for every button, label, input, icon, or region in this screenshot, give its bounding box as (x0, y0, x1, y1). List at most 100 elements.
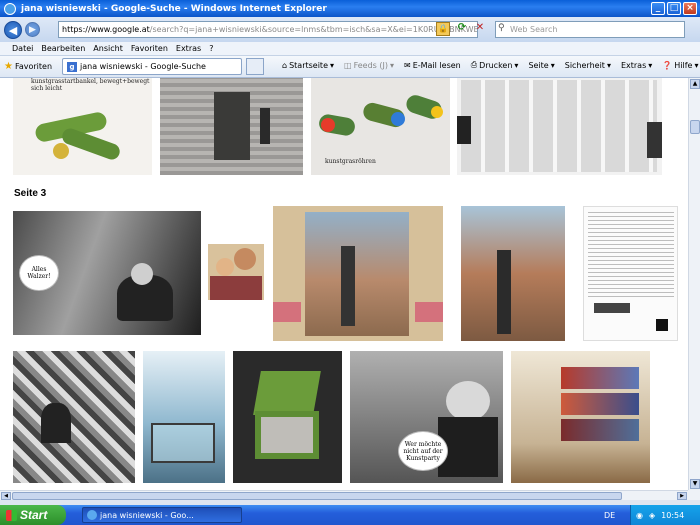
result-thumbnail[interactable]: Alles Walzer! (13, 211, 201, 335)
security-menu-button[interactable]: Sicherheit ▾ (565, 61, 611, 70)
result-thumbnail[interactable] (233, 351, 342, 483)
windows-logo-icon (6, 509, 17, 521)
result-thumbnail[interactable]: kunstgrasstartbankel, bewegt+bewegt sich… (13, 78, 152, 175)
lock-icon[interactable]: 🔒 (436, 22, 450, 36)
horizontal-scroll-thumb[interactable] (12, 492, 622, 500)
result-thumbnail[interactable] (583, 206, 678, 341)
search-placeholder: Web Search (510, 25, 558, 34)
result-thumbnail[interactable] (143, 351, 225, 483)
search-input[interactable]: ⚲ Web Search (495, 21, 685, 38)
page-label: Seite (528, 60, 549, 70)
printer-icon: ⎙ (470, 60, 478, 69)
tab-google-search[interactable]: g jana wisniewski - Google-Suche (62, 58, 242, 75)
mail-icon: ✉ (404, 60, 411, 70)
home-button[interactable]: ⌂ Startseite ▾ (282, 61, 334, 70)
speech-bubble: Wer möchte nicht auf der Kunstparty (398, 431, 448, 471)
window-titlebar: jana wisniewski - Google-Suche - Windows… (0, 0, 700, 17)
favorites-label: Favoriten (14, 62, 53, 71)
address-path: /search?q=jana+wisniewski&source=lnms&tb… (149, 25, 478, 34)
start-button[interactable]: Start (0, 505, 66, 525)
tools-label: Extras (620, 60, 647, 70)
tools-menu-button[interactable]: Extras ▾ (621, 61, 652, 70)
close-button[interactable]: × (683, 2, 697, 15)
menu-help[interactable]: ? (209, 44, 213, 53)
command-toolbar: ★ Favoriten g jana wisniewski - Google-S… (0, 56, 700, 78)
address-bar[interactable]: https://www.google.at/search?q=jana+wisn… (58, 21, 478, 38)
feeds-label: Feeds (J) (353, 60, 388, 70)
scroll-corner (688, 490, 700, 500)
help-menu-button[interactable]: ❓ Hilfe ▾ (662, 61, 698, 70)
minimize-button[interactable]: _ (651, 2, 665, 15)
result-thumbnail[interactable] (457, 78, 662, 175)
google-favicon-icon: g (67, 61, 77, 72)
print-button[interactable]: ⎙ Drucken ▾ (471, 60, 519, 70)
clock: 10:54 (661, 510, 685, 520)
menu-ansicht[interactable]: Ansicht (93, 44, 123, 53)
speech-bubble: Alles Walzer! (19, 255, 59, 291)
ie-icon (4, 2, 16, 15)
menu-bearbeiten[interactable]: Bearbeiten (41, 44, 85, 53)
print-label: Drucken (479, 60, 513, 70)
favorites-button[interactable]: ★ Favoriten (4, 61, 60, 72)
windows-taskbar: Start jana wisniewski - Goo... DE ◉ ◈ 10… (0, 505, 700, 525)
ie-icon (87, 510, 97, 520)
taskbar-item-label: jana wisniewski - Goo... (100, 510, 194, 520)
chevron-down-icon: ▾ (514, 60, 519, 70)
scroll-left-icon[interactable]: ◀ (1, 492, 11, 500)
tab-title: jana wisniewski - Google-Suche (80, 62, 206, 71)
thumbnail-caption: kunstgrasröhren (325, 158, 376, 165)
result-thumbnail[interactable] (13, 351, 135, 483)
scroll-down-icon[interactable]: ▼ (690, 479, 700, 489)
chevron-down-icon: ▾ (694, 60, 699, 70)
home-label: Startseite (289, 60, 328, 70)
chevron-down-icon: ▾ (550, 60, 555, 70)
stop-button[interactable]: ✕ (473, 22, 487, 36)
menu-favoriten[interactable]: Favoriten (131, 44, 168, 53)
result-thumbnail[interactable]: kunstgrasröhren (311, 78, 450, 175)
result-thumbnail[interactable] (461, 206, 565, 341)
maximize-button[interactable]: □ (667, 2, 681, 15)
chevron-down-icon: ▾ (330, 60, 335, 70)
refresh-button[interactable]: ⟳ (455, 22, 469, 36)
help-icon: ❓ (662, 60, 673, 70)
tray-icon[interactable]: ◉ (636, 511, 643, 520)
result-thumbnail[interactable] (160, 78, 303, 175)
address-host: www.google.at (90, 25, 150, 34)
window-title: jana wisniewski - Google-Suche - Windows… (21, 3, 327, 14)
result-thumbnail[interactable] (511, 351, 650, 483)
menu-bar: Datei Bearbeiten Ansicht Favoriten Extra… (0, 42, 700, 56)
search-icon: ⚲ (498, 23, 505, 33)
security-label: Sicherheit (564, 60, 605, 70)
forward-button[interactable]: ▶ (25, 22, 40, 37)
page-menu-button[interactable]: Seite ▾ (528, 61, 554, 70)
star-icon: ★ (4, 61, 13, 72)
back-button[interactable]: ◀ (4, 20, 22, 39)
mail-label: E-Mail lesen (412, 60, 461, 70)
result-thumbnail[interactable] (208, 244, 264, 300)
vertical-scrollbar[interactable]: ▲ ▼ (688, 78, 700, 490)
scroll-up-icon[interactable]: ▲ (690, 79, 700, 89)
feed-icon: ◫ (344, 60, 352, 70)
home-icon: ⌂ (282, 60, 288, 70)
chevron-down-icon: ▾ (389, 60, 394, 70)
scroll-right-icon[interactable]: ▶ (677, 492, 687, 500)
chevron-down-icon: ▾ (606, 60, 611, 70)
page-section-label: Seite 3 (14, 188, 47, 199)
menu-datei[interactable]: Datei (12, 44, 33, 53)
vertical-scroll-thumb[interactable] (690, 120, 700, 134)
result-thumbnail[interactable] (273, 206, 443, 341)
address-row: ◀ ▶ https://www.google.at/search?q=jana+… (0, 17, 700, 42)
new-tab-button[interactable] (246, 58, 264, 75)
address-scheme: https:// (62, 25, 91, 34)
menu-extras[interactable]: Extras (176, 44, 201, 53)
system-tray: ◉ ◈ 10:54 (630, 505, 700, 525)
horizontal-scrollbar[interactable]: ◀ ▶ (0, 490, 688, 500)
read-mail-button[interactable]: ✉ E-Mail lesen (404, 61, 461, 70)
taskbar-item-ie[interactable]: jana wisniewski - Goo... (82, 507, 242, 523)
help-label: Hilfe (674, 60, 693, 70)
tray-icon[interactable]: ◈ (649, 511, 655, 520)
result-thumbnail[interactable]: Wer möchte nicht auf der Kunstparty (350, 351, 503, 483)
start-label: Start (20, 508, 48, 522)
feeds-button[interactable]: ◫ Feeds (J) ▾ (344, 61, 394, 70)
language-indicator[interactable]: DE (604, 511, 615, 520)
